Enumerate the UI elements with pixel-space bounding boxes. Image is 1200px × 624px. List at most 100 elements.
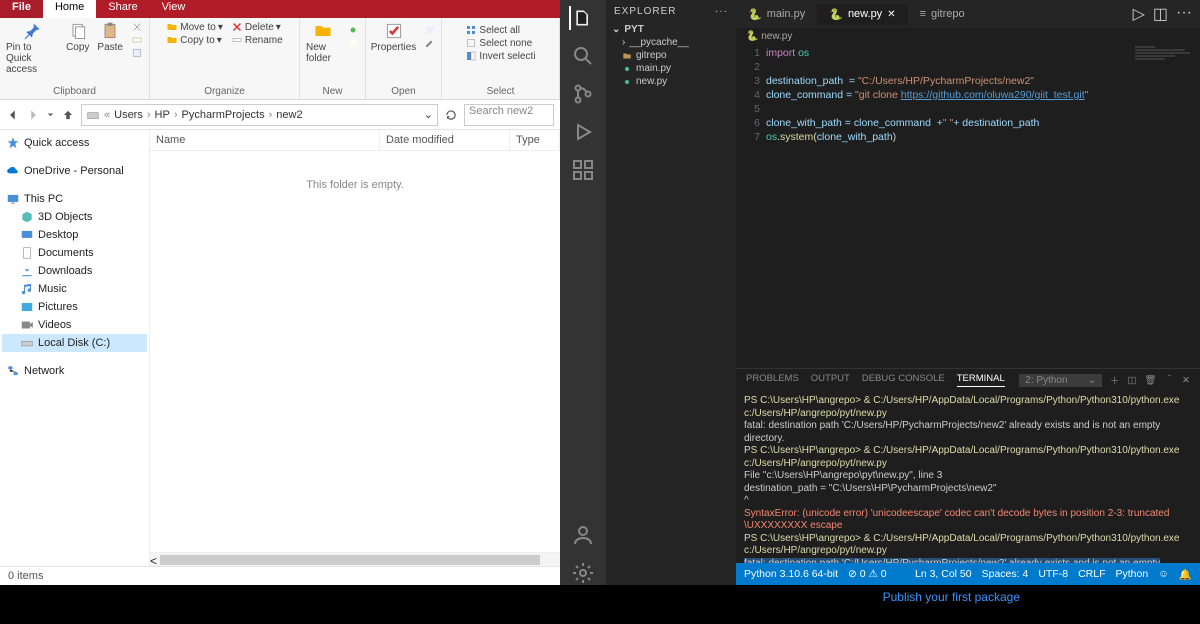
tree-pycache[interactable]: ›__pycache__ <box>610 36 732 49</box>
pin-quick-access-button[interactable]: Pin to Quick access <box>6 21 58 75</box>
nav-downloads[interactable]: Downloads <box>2 262 147 280</box>
up-icon[interactable] <box>61 108 75 122</box>
split-icon[interactable]: ◫ <box>1153 4 1168 24</box>
col-date[interactable]: Date modified <box>380 130 510 150</box>
tree-root[interactable]: ⌄PYT <box>610 23 732 36</box>
monitor-icon <box>6 192 20 206</box>
code-content[interactable]: import os destination_path = "C:/Users/H… <box>766 45 1130 368</box>
tab-home[interactable]: Home <box>43 0 96 18</box>
new-terminal-icon[interactable]: ＋ <box>1110 373 1120 387</box>
extensions-icon[interactable] <box>571 158 595 182</box>
search-icon[interactable] <box>571 44 595 68</box>
tree-gitrepo[interactable]: gitrepo <box>610 49 732 62</box>
tab-main-py[interactable]: 🐍main.py <box>736 4 817 25</box>
nav-3d-objects[interactable]: 3D Objects <box>2 208 147 226</box>
close-panel-icon[interactable]: ✕ <box>1182 375 1190 386</box>
gear-icon[interactable] <box>571 561 595 585</box>
run-icon[interactable]: ▷ <box>1133 4 1145 24</box>
nav-videos[interactable]: Videos <box>2 316 147 334</box>
column-headers[interactable]: Name Date modified Type <box>150 130 560 151</box>
tab-new-py[interactable]: 🐍new.py✕ <box>817 4 907 25</box>
new-item-button[interactable] <box>347 24 359 36</box>
more-icon[interactable]: ··· <box>1176 4 1192 24</box>
debug-icon[interactable] <box>571 120 595 144</box>
nav-quick-access[interactable]: Quick access <box>2 134 147 152</box>
status-spaces[interactable]: Spaces: 4 <box>982 568 1029 581</box>
maximize-icon[interactable]: ＾ <box>1165 373 1175 387</box>
tab-view[interactable]: View <box>150 0 198 18</box>
select-all-button[interactable]: Select all <box>465 24 535 36</box>
tab-debug-console[interactable]: DEBUG CONSOLE <box>862 373 945 387</box>
tab-share[interactable]: Share <box>96 0 149 18</box>
tab-file[interactable]: File <box>0 0 43 18</box>
split-terminal-icon[interactable]: ◫ <box>1127 375 1136 386</box>
crumb-hp[interactable]: HP <box>155 109 170 121</box>
nav-onedrive[interactable]: OneDrive - Personal <box>2 162 147 180</box>
tree-new-py[interactable]: new.py <box>610 75 732 88</box>
nav-network[interactable]: Network <box>2 362 147 380</box>
horizontal-scrollbar[interactable]: < <box>150 552 560 566</box>
search-input[interactable]: Search new2 <box>464 104 554 126</box>
crumb-users[interactable]: Users <box>114 109 143 121</box>
tab-problems[interactable]: PROBLEMS <box>746 373 799 387</box>
status-position[interactable]: Ln 3, Col 50 <box>915 568 972 581</box>
nav-documents[interactable]: Documents <box>2 244 147 262</box>
code-editor[interactable]: 1234567 import os destination_path = "C:… <box>736 45 1200 368</box>
select-none-button[interactable]: Select none <box>465 37 535 49</box>
bell-icon[interactable]: 🔔 <box>1179 568 1192 581</box>
breadcrumb[interactable]: 🐍 new.py <box>736 28 1200 45</box>
copy-to-button[interactable]: Copy to ▾ <box>166 34 223 46</box>
doc-icon <box>20 246 34 260</box>
path-icon <box>131 34 143 46</box>
new-folder-button[interactable]: New folder <box>306 21 339 64</box>
refresh-icon[interactable] <box>444 108 458 122</box>
nav-this-pc[interactable]: This PC <box>2 190 147 208</box>
selectnone-icon <box>465 37 477 49</box>
tab-gitrepo[interactable]: ≡gitrepo <box>908 4 977 24</box>
status-python[interactable]: Python 3.10.6 64-bit <box>744 568 838 580</box>
rename-button[interactable]: Rename <box>231 34 283 46</box>
tab-terminal[interactable]: TERMINAL <box>957 373 1005 387</box>
terminal-content[interactable]: PS C:\Users\HP\angrepo> & C:/Users/HP/Ap… <box>736 391 1200 563</box>
paste-button[interactable]: Paste <box>97 21 123 53</box>
source-control-icon[interactable] <box>571 82 595 106</box>
edit-button[interactable] <box>424 37 436 49</box>
delete-button[interactable]: Delete ▾ <box>231 21 283 33</box>
minimap[interactable] <box>1130 45 1200 368</box>
tab-output[interactable]: OUTPUT <box>811 373 850 387</box>
paste-shortcut-button[interactable] <box>131 47 143 59</box>
status-encoding[interactable]: UTF-8 <box>1038 568 1068 581</box>
invert-selection-button[interactable]: Invert selecti <box>465 50 535 62</box>
terminal-selector[interactable]: 2: Python⌄ <box>1019 374 1102 387</box>
files-icon[interactable] <box>569 6 593 30</box>
easy-access-button[interactable] <box>347 37 359 49</box>
account-icon[interactable] <box>571 523 595 547</box>
status-language[interactable]: Python <box>1115 568 1148 581</box>
col-name[interactable]: Name <box>150 130 380 150</box>
publish-package-link[interactable]: Publish your first package <box>883 590 1020 604</box>
feedback-icon[interactable]: ☺ <box>1158 568 1169 581</box>
status-errors[interactable]: ⊘ 0 ⚠ 0 <box>848 568 887 580</box>
status-eol[interactable]: CRLF <box>1078 568 1105 581</box>
close-icon[interactable]: ✕ <box>887 9 895 20</box>
breadcrumb[interactable]: « Users› HP› PycharmProjects› new2 ⌄ <box>81 104 438 126</box>
col-type[interactable]: Type <box>510 130 560 150</box>
nav-music[interactable]: Music <box>2 280 147 298</box>
copy-path-button[interactable] <box>131 34 143 46</box>
move-to-button[interactable]: Move to ▾ <box>166 21 223 33</box>
tree-main-py[interactable]: main.py <box>610 62 732 75</box>
nav-pictures[interactable]: Pictures <box>2 298 147 316</box>
more-icon[interactable]: ··· <box>715 6 728 17</box>
nav-local-disk-c[interactable]: Local Disk (C:) <box>2 334 147 352</box>
chevron-down-icon[interactable] <box>46 108 55 122</box>
back-icon[interactable] <box>6 108 20 122</box>
copy-button[interactable]: Copy <box>66 21 89 53</box>
properties-button[interactable]: Properties <box>371 21 417 53</box>
crumb-pycharmprojects[interactable]: PycharmProjects <box>181 109 264 121</box>
kill-terminal-icon[interactable]: 🗑 <box>1144 375 1156 386</box>
crumb-new2[interactable]: new2 <box>276 109 302 121</box>
open-button[interactable] <box>424 24 436 36</box>
nav-desktop[interactable]: Desktop <box>2 226 147 244</box>
cut-button[interactable] <box>131 21 143 33</box>
forward-icon[interactable] <box>26 108 40 122</box>
